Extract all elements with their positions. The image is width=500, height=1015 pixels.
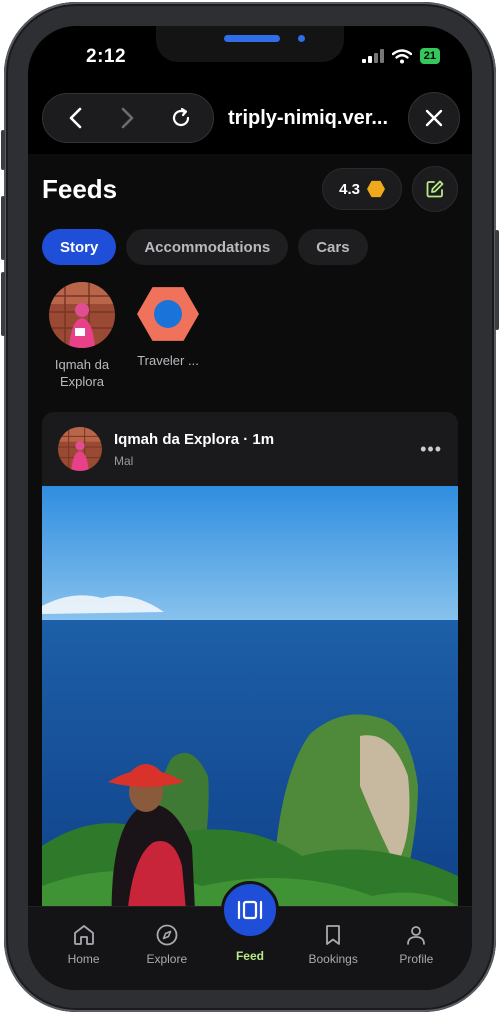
forward-button[interactable] [108,98,148,138]
nav-label: Bookings [308,952,358,966]
camera-dot [298,35,305,42]
nav-feed[interactable]: Feed [212,881,288,990]
feed-tabs: Story Accommodations Cars [42,229,368,265]
phone-side-button [1,130,5,170]
bookmark-icon [326,925,341,945]
dynamic-island [156,26,344,62]
browser-bar: triply-nimiq.ver... [42,92,460,144]
tab-accommodations[interactable]: Accommodations [126,229,289,265]
camera-indicator [224,35,280,42]
nav-bookings[interactable]: Bookings [295,907,371,990]
bottom-tab-bar: Home Explore Feed Bookings Profile [28,881,472,990]
nav-label: Profile [399,952,434,966]
person-icon [407,926,426,945]
rating-value: 4.3 [339,180,360,198]
nav-profile[interactable]: Profile [378,907,454,990]
story-label: Iqmah da Explora [54,357,110,389]
phone-screen: 2:12 21 triply-nimiq.ver... Feeds 4.3 St… [28,26,472,990]
nav-label: Feed [235,949,264,963]
post-meta: Iqmah da Explora · 1m Mal [114,431,420,468]
hexagon-coin-icon [367,180,385,198]
phone-side-button [1,196,5,260]
close-icon [425,109,443,127]
avatar[interactable] [58,427,102,471]
rating-badge[interactable]: 4.3 [322,168,402,210]
status-icons: 21 [361,48,440,64]
create-post-button[interactable] [412,166,458,212]
post-author-time[interactable]: Iqmah da Explora · 1m [114,431,420,448]
phone-side-button [495,230,499,330]
back-button[interactable] [55,98,95,138]
post-header: Iqmah da Explora · 1m Mal ••• [42,412,458,486]
feed-icon [237,900,263,920]
compass-icon [156,924,178,946]
signal-icon [361,49,384,63]
post-photo [42,486,458,932]
app-content: Feeds 4.3 Story Accommodations Cars Iqma… [28,154,472,990]
avatar [49,282,115,348]
home-icon [73,925,94,945]
story-label: Traveler ... [137,353,199,368]
url-text[interactable]: triply-nimiq.ver... [214,107,408,130]
page-title: Feeds [42,173,118,204]
post-card: Iqmah da Explora · 1m Mal ••• [42,412,458,932]
close-browser-button[interactable] [408,92,460,144]
chevron-right-icon [121,107,134,129]
hexagon-avatar-icon [137,287,199,341]
feed-button[interactable] [220,881,279,939]
wifi-icon [391,48,412,63]
browser-nav-group [42,93,214,143]
story-item[interactable]: Iqmah da Explora [42,282,122,390]
chevron-left-icon [70,107,82,129]
nav-label: Explore [146,952,188,966]
more-options-button[interactable]: ••• [420,439,442,460]
edit-icon [426,180,444,198]
tab-cars[interactable]: Cars [298,229,368,265]
nav-home[interactable]: Home [46,907,122,990]
nav-label: Home [67,952,100,966]
nav-explore[interactable]: Explore [129,907,205,990]
story-item[interactable]: Traveler ... [128,282,208,390]
reload-button[interactable] [161,98,201,138]
post-location: Mal [114,453,134,468]
status-time: 2:12 [86,46,127,67]
battery-indicator: 21 [419,48,440,64]
tab-story[interactable]: Story [42,229,117,265]
reload-icon [172,107,189,127]
phone-side-button [1,272,5,336]
feeds-header: Feeds 4.3 [42,166,458,212]
stories-row: Iqmah da Explora Traveler ... [42,282,208,390]
